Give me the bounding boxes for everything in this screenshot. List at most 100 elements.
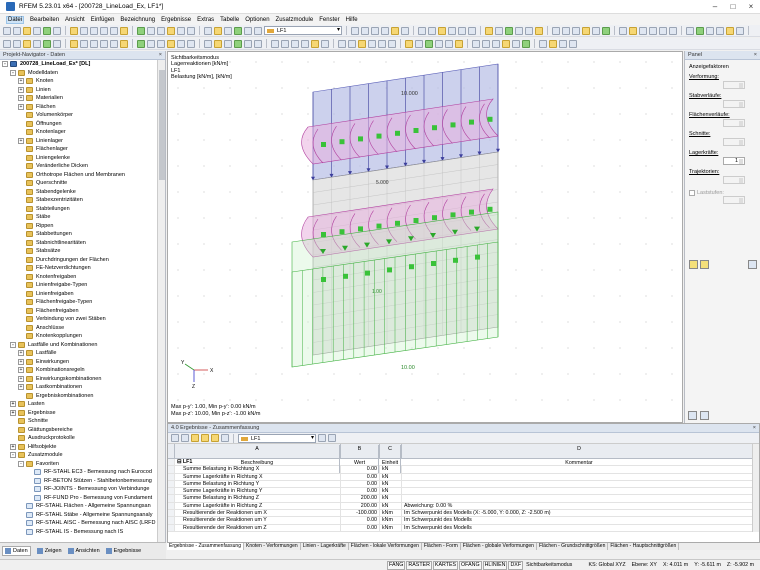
toolbar-button[interactable]	[147, 26, 155, 35]
menu-extras[interactable]: Extras	[197, 17, 214, 23]
tree-item[interactable]: RF-STAHL IS - Bemessung nach IS	[0, 528, 165, 537]
toolbar-button[interactable]	[3, 39, 11, 48]
tree-item[interactable]: Stabbettungen	[0, 230, 165, 239]
model-viewport[interactable]: Sichtbarkeitsmodus Lagerreaktionen [kN/m…	[167, 51, 683, 423]
toolbar-button[interactable]	[33, 26, 41, 35]
toolbar-button[interactable]	[485, 26, 493, 35]
toolbar-button[interactable]	[110, 26, 118, 35]
tab-ansichten[interactable]: Ansichten	[67, 548, 100, 554]
tree-item[interactable]: Flächenlager	[0, 145, 165, 154]
toolbar-button[interactable]	[281, 39, 289, 48]
settings-icon[interactable]	[700, 260, 709, 269]
menu-hilfe[interactable]: Hilfe	[346, 17, 358, 23]
tree-item[interactable]: Anschlüsse	[0, 324, 165, 333]
toolbar-button[interactable]	[147, 39, 155, 48]
tree-item[interactable]: Stabsätze	[0, 247, 165, 256]
toolbar-button[interactable]	[401, 26, 409, 35]
minimize-button[interactable]: –	[706, 0, 724, 14]
table-row[interactable]: Summe Lagerkräfte in Richtung X 0.00 kN	[168, 473, 759, 481]
results-scrollbar[interactable]	[752, 444, 759, 532]
tree-item[interactable]: Ausdruckprotokolle	[0, 434, 165, 443]
results-tab[interactable]: Knoten - Verformungen	[244, 543, 301, 550]
toolbar-button[interactable]	[234, 26, 242, 35]
toolbar-button[interactable]	[388, 39, 396, 48]
toolbar-button[interactable]	[619, 26, 627, 35]
close-button[interactable]: ×	[742, 0, 760, 14]
table-row[interactable]: Resultierende der Reaktionen um Y 0.00 kNm…	[168, 517, 759, 525]
toolbar-button[interactable]	[512, 39, 520, 48]
tree-item[interactable]: RF-BETON Stützen - Stahlbetonbemessung	[0, 477, 165, 486]
tree-item[interactable]: - Lastfälle und Kombinationen	[0, 341, 165, 350]
toolbar-button[interactable]	[522, 39, 530, 48]
toolbar-button[interactable]	[582, 26, 590, 35]
tree-item[interactable]: Knotenfreigaben	[0, 273, 165, 282]
tree-root[interactable]: -200728_LineLoad_Ex* [DL]	[0, 60, 165, 69]
toolbar-button[interactable]	[13, 39, 21, 48]
next-icon[interactable]	[328, 434, 336, 442]
tree-item[interactable]: + Linienlager	[0, 137, 165, 146]
tree-item[interactable]: FE-Netzverdichtungen	[0, 264, 165, 273]
table-row[interactable]: Resultierende der Reaktionen um X -100.00…	[168, 510, 759, 518]
toolbar-button[interactable]	[90, 39, 98, 48]
toolbar-button[interactable]	[214, 26, 222, 35]
verformung-stepper[interactable]	[723, 81, 745, 89]
toolbar-button[interactable]	[244, 39, 252, 48]
menu-fenster[interactable]: Fenster	[319, 17, 339, 23]
toolbar-button[interactable]	[515, 26, 523, 35]
tab-zeigen[interactable]: Zeigen	[36, 548, 62, 554]
toolbar-button[interactable]	[592, 26, 600, 35]
fang-button[interactable]: FANG	[387, 560, 406, 570]
lagerkraefte-stepper[interactable]: 1	[723, 157, 745, 165]
toolbar-button[interactable]	[562, 26, 570, 35]
toolbar-button[interactable]	[254, 39, 262, 48]
tree-item[interactable]: RF-STAHL EC3 - Bemessung nach Eurocod	[0, 468, 165, 477]
toolbar-button[interactable]	[177, 26, 185, 35]
toolbar-button[interactable]	[696, 26, 704, 35]
tree-item[interactable]: - Favoriten	[0, 460, 165, 469]
tree-item[interactable]: Schnitte	[0, 417, 165, 426]
tree-item[interactable]: + Lasten	[0, 400, 165, 409]
toolbar-button[interactable]	[716, 26, 724, 35]
toolbar-button[interactable]	[448, 26, 456, 35]
tree-item[interactable]: RF-JOINTS - Bemessung von Verbindunge	[0, 485, 165, 494]
toolbar-button[interactable]	[311, 39, 319, 48]
toolbar-button[interactable]	[435, 39, 443, 48]
toolbar-button[interactable]	[736, 26, 744, 35]
toolbar-button[interactable]	[726, 26, 734, 35]
tree-item[interactable]: + Kombinationsregeln	[0, 366, 165, 375]
toolbar-button[interactable]	[569, 39, 577, 48]
toolbar-button[interactable]	[535, 26, 543, 35]
toolbar-button[interactable]	[120, 39, 128, 48]
toolbar-button[interactable]	[301, 39, 309, 48]
tree-item[interactable]: + Lastkombinationen	[0, 383, 165, 392]
tree-item[interactable]: Flächenfreigaben	[0, 307, 165, 316]
tree-item[interactable]: RF-STAHL Stäbe - Allgemeine Spannungsana…	[0, 511, 165, 520]
toolbar-button[interactable]	[669, 26, 677, 35]
flaechenverlaeufe-stepper[interactable]	[723, 119, 745, 127]
toolbar-button[interactable]	[458, 26, 466, 35]
toolbar-button[interactable]	[418, 26, 426, 35]
menu-bearbeiten[interactable]: Bearbeiten	[30, 17, 59, 23]
close-icon[interactable]: ×	[159, 51, 162, 60]
toolbar-button[interactable]	[502, 39, 510, 48]
toolbar-button[interactable]	[167, 39, 175, 48]
toolbar-button[interactable]	[157, 26, 165, 35]
tree-item[interactable]: + Lastfälle	[0, 349, 165, 358]
toolbar-button[interactable]	[110, 39, 118, 48]
tree-item[interactable]: Stabendgelenke	[0, 188, 165, 197]
table-row[interactable]: Summe Belastung in Richtung Z 200.00 kN	[168, 495, 759, 503]
table-group-row[interactable]: ⊟ LF1	[168, 459, 759, 467]
tree-item[interactable]: + Hilfsobjekte	[0, 443, 165, 452]
laststufen-stepper[interactable]	[723, 196, 745, 204]
menu-datei[interactable]: Datei	[6, 15, 25, 24]
tree-item[interactable]: + Einwirkungskombinationen	[0, 375, 165, 384]
toolbar-button[interactable]	[706, 26, 714, 35]
tree-item[interactable]: Öffnungen	[0, 120, 165, 129]
close-icon[interactable]: ×	[754, 51, 757, 60]
toolbar-button[interactable]	[100, 26, 108, 35]
toolbar-button[interactable]	[120, 26, 128, 35]
tree-item[interactable]: RF-STAHL Flächen - Allgemeine Spannungsa…	[0, 502, 165, 511]
tree-item[interactable]: Volumenkörper	[0, 111, 165, 120]
toolbar-button[interactable]	[13, 26, 21, 35]
toolbar-button[interactable]	[53, 39, 61, 48]
